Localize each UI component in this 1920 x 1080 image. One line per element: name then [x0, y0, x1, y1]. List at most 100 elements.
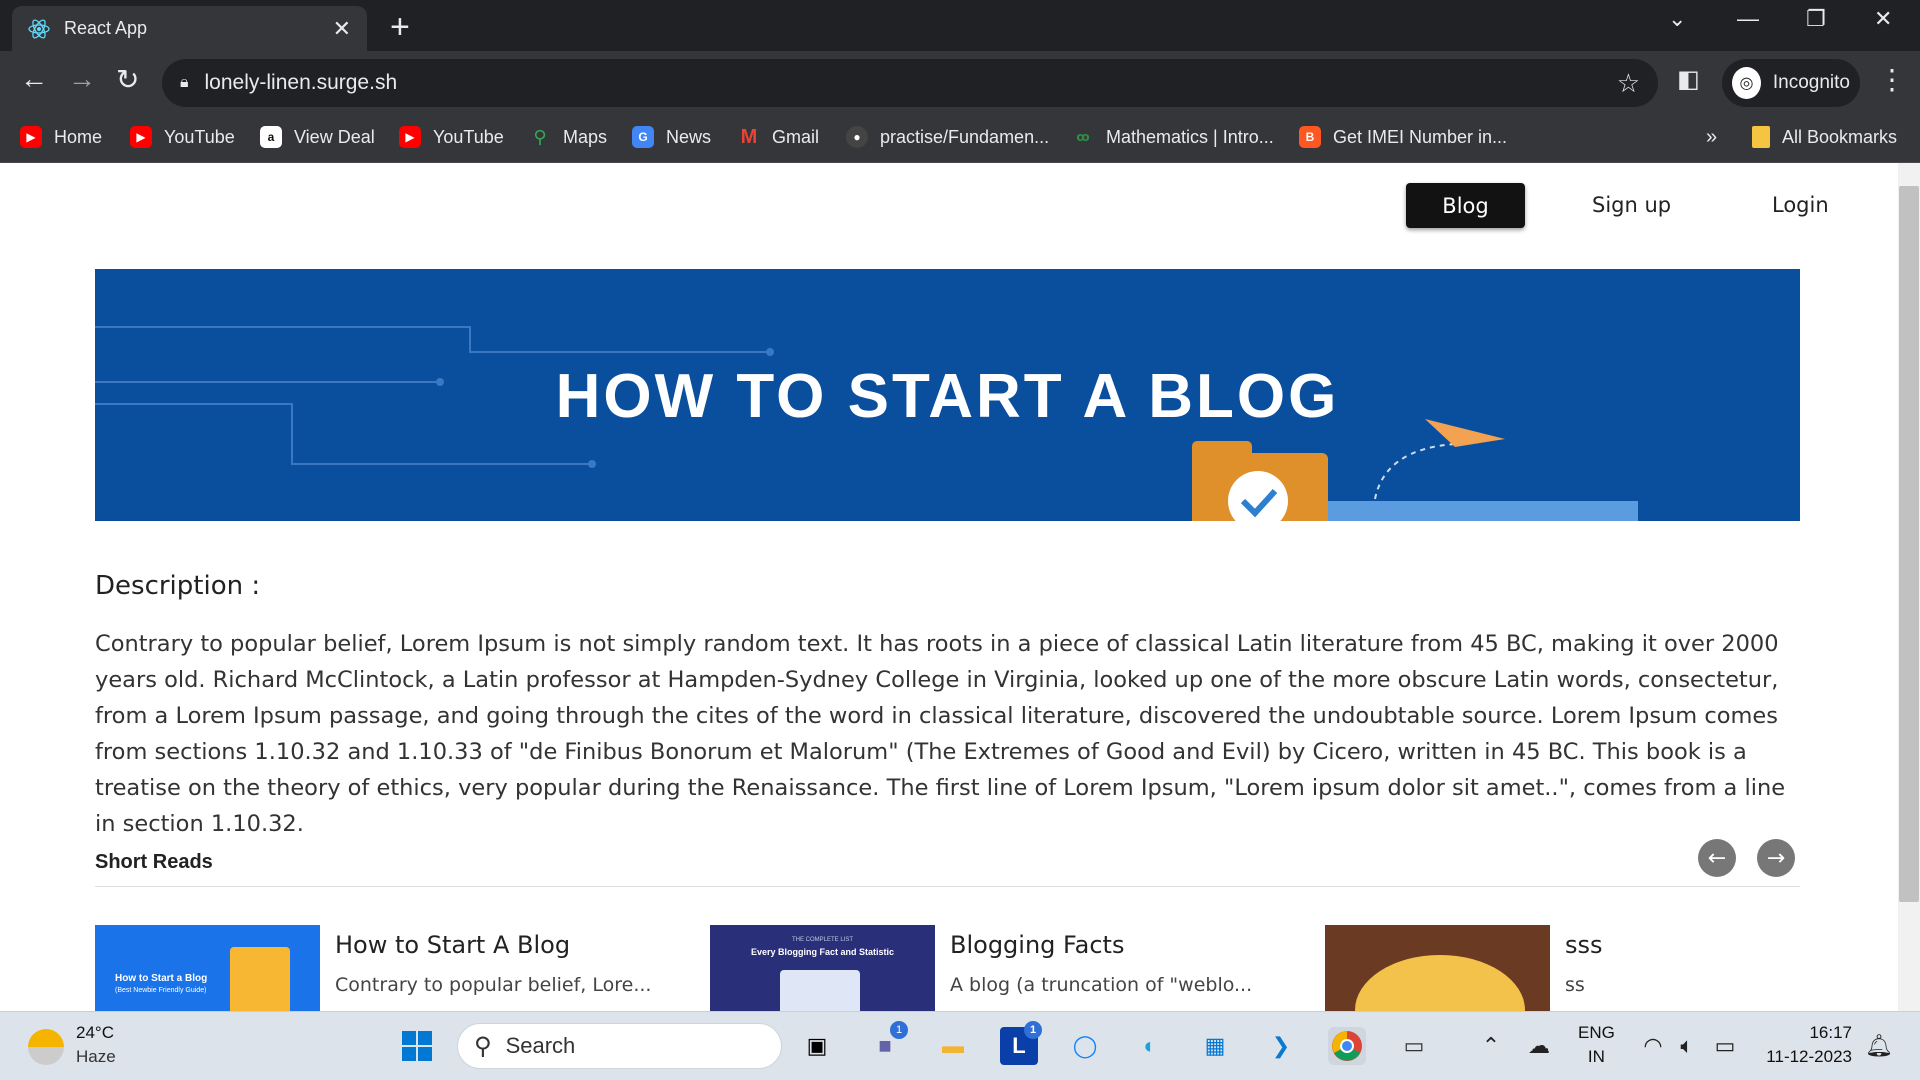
bookmark-label: YouTube	[433, 126, 504, 147]
bookmark-label: News	[666, 126, 712, 147]
short-read-card[interactable]: sss ss	[1325, 925, 1800, 1011]
bookmark-label: Get IMEI Number in...	[1333, 126, 1508, 147]
card-title: How to Start A Blog	[335, 931, 571, 959]
hero-banner: HOW TO START A BLOG	[95, 269, 1800, 521]
short-read-card[interactable]: THE COMPLETE LIST Every Blogging Fact an…	[710, 925, 1270, 1011]
volume-icon[interactable]: 🔈︎	[1668, 1027, 1706, 1065]
onedrive-icon[interactable]: ☁	[1520, 1027, 1558, 1065]
thumb-caption: How to Start a Blog	[115, 973, 208, 984]
weather-temp[interactable]: 24°C	[76, 1023, 114, 1043]
blogger-icon: B	[1299, 126, 1321, 148]
l-app-badge: 1	[1024, 1021, 1042, 1039]
lock-icon: 🔒︎	[180, 74, 189, 91]
card-title: Blogging Facts	[950, 931, 1125, 959]
back-icon[interactable]: ←	[20, 63, 48, 95]
battery-icon[interactable]: ▭	[1706, 1027, 1744, 1065]
start-icon[interactable]	[398, 1027, 436, 1065]
bookmark-item[interactable]: G News	[632, 126, 711, 148]
task-view-icon[interactable]: ▣	[798, 1027, 836, 1065]
bookmarks-overflow-button[interactable]: »	[1706, 126, 1717, 149]
github-icon: ●	[846, 126, 868, 148]
clock[interactable]: 16:17 11-12-2023	[1762, 1023, 1852, 1067]
browser-chrome: React App ✕ + ⌄ — ❐ ✕ ← → ↻ 🔒︎ lonely-li…	[0, 0, 1920, 163]
address-bar[interactable]: 🔒︎ lonely-linen.surge.sh ☆	[162, 59, 1658, 107]
weather-icon[interactable]	[28, 1029, 64, 1065]
card-thumbnail: THE COMPLETE LIST Every Blogging Fact an…	[710, 925, 935, 1011]
close-tab-icon[interactable]: ✕	[333, 16, 351, 42]
wifi-icon[interactable]: ◠	[1634, 1027, 1672, 1065]
book-illustration	[230, 947, 290, 1011]
bookmark-label: practise/Fundamen...	[880, 126, 1050, 147]
chrome-icon[interactable]	[1328, 1027, 1366, 1065]
bookmark-star-icon[interactable]: ☆	[1617, 68, 1640, 99]
bookmark-item[interactable]: ▶ YouTube	[399, 126, 504, 148]
bookmark-label: Home	[54, 126, 103, 147]
language-line2: IN	[1587, 1047, 1605, 1066]
minimize-button[interactable]: —	[1737, 6, 1759, 32]
nav-signup-link[interactable]: Sign up	[1592, 193, 1671, 217]
bookmark-item[interactable]: ꝏ Mathematics | Intro...	[1072, 126, 1274, 148]
bookmark-item[interactable]: ▶ YouTube	[130, 126, 235, 148]
teams-icon[interactable]: ■ 1	[866, 1021, 908, 1065]
bookmark-item[interactable]: ⚲ Maps	[529, 126, 607, 148]
store-icon[interactable]: ▦	[1196, 1027, 1234, 1065]
food-illustration	[1355, 955, 1525, 1011]
incognito-indicator[interactable]: ◎ Incognito	[1722, 59, 1860, 107]
menu-icon[interactable]: ⋮	[1878, 63, 1906, 96]
l-app-icon[interactable]: L1	[1000, 1021, 1042, 1065]
forward-icon[interactable]: →	[68, 63, 96, 95]
close-window-button[interactable]: ✕	[1874, 6, 1892, 32]
device-illustration	[780, 970, 860, 1011]
cortana-icon[interactable]: ◯	[1066, 1027, 1104, 1065]
react-icon	[28, 18, 50, 40]
nav-login-link[interactable]: Login	[1772, 193, 1829, 217]
nav-blog-button[interactable]: Blog	[1406, 183, 1525, 228]
terminal-icon[interactable]: ▭	[1395, 1027, 1433, 1065]
incognito-icon: ◎	[1732, 67, 1761, 99]
bookmark-item[interactable]: a View Deal	[260, 126, 375, 148]
weather-desc[interactable]: Haze	[76, 1047, 116, 1067]
search-placeholder: Search	[505, 1033, 576, 1058]
notification-bell-icon[interactable]: 🔔︎	[1860, 1027, 1898, 1065]
youtube-icon: ▶	[20, 126, 42, 148]
file-explorer-icon[interactable]: ▬	[934, 1027, 972, 1065]
short-read-card[interactable]: How to Start a Blog (Best Newbie Friendl…	[95, 925, 655, 1011]
side-panel-icon[interactable]: ◧	[1677, 65, 1700, 94]
youtube-icon: ▶	[130, 126, 152, 148]
new-tab-button[interactable]: +	[390, 8, 410, 47]
show-hidden-icons-button[interactable]: ⌃	[1472, 1027, 1510, 1065]
language-indicator[interactable]: ENG IN	[1578, 1023, 1615, 1067]
carousel-prev-button[interactable]: ←	[1698, 839, 1736, 877]
incognito-label: Incognito	[1772, 72, 1850, 93]
bookmark-label: Mathematics | Intro...	[1106, 126, 1274, 147]
restore-button[interactable]: ❐	[1806, 6, 1826, 32]
bookmark-item[interactable]: ▶ Home	[20, 126, 102, 148]
bookmark-item[interactable]: ● practise/Fundamen...	[846, 126, 1049, 148]
card-thumbnail: How to Start a Blog (Best Newbie Friendl…	[95, 925, 320, 1011]
maps-icon: ⚲	[533, 126, 547, 147]
section-divider	[95, 886, 1800, 887]
browser-tab[interactable]: React App ✕	[12, 6, 367, 51]
banner-title: HOW TO START A BLOG	[555, 362, 1340, 431]
card-excerpt: Contrary to popular belief, Lore...	[335, 974, 652, 996]
bookmark-label: Gmail	[772, 126, 820, 147]
all-bookmarks-label: All Bookmarks	[1782, 126, 1898, 147]
scrollbar-thumb[interactable]	[1899, 186, 1919, 902]
bookmark-label: YouTube	[164, 126, 235, 147]
card-title: sss	[1565, 931, 1603, 959]
gfg-icon: ꝏ	[1076, 130, 1090, 144]
clock-time: 16:17	[1809, 1023, 1852, 1042]
carousel-next-button[interactable]: →	[1757, 839, 1795, 877]
reload-icon[interactable]: ↻	[116, 63, 139, 96]
url-text[interactable]: lonely-linen.surge.sh	[205, 71, 1617, 95]
bookmark-item[interactable]: M Gmail	[738, 126, 819, 148]
vscode-icon[interactable]: ❯	[1262, 1027, 1300, 1065]
bookmark-item[interactable]: B Get IMEI Number in...	[1299, 126, 1507, 148]
all-bookmarks[interactable]: All Bookmarks	[1752, 126, 1897, 148]
tab-search-icon[interactable]: ⌄	[1668, 6, 1686, 32]
arrow-left-icon: ←	[1707, 845, 1727, 871]
bookmark-label: Maps	[563, 126, 608, 147]
taskbar-search[interactable]: ⚲ Search	[457, 1023, 782, 1069]
card-excerpt: A blog (a truncation of "weblo...	[950, 974, 1253, 996]
edge-icon[interactable]: ◐	[1131, 1027, 1169, 1065]
